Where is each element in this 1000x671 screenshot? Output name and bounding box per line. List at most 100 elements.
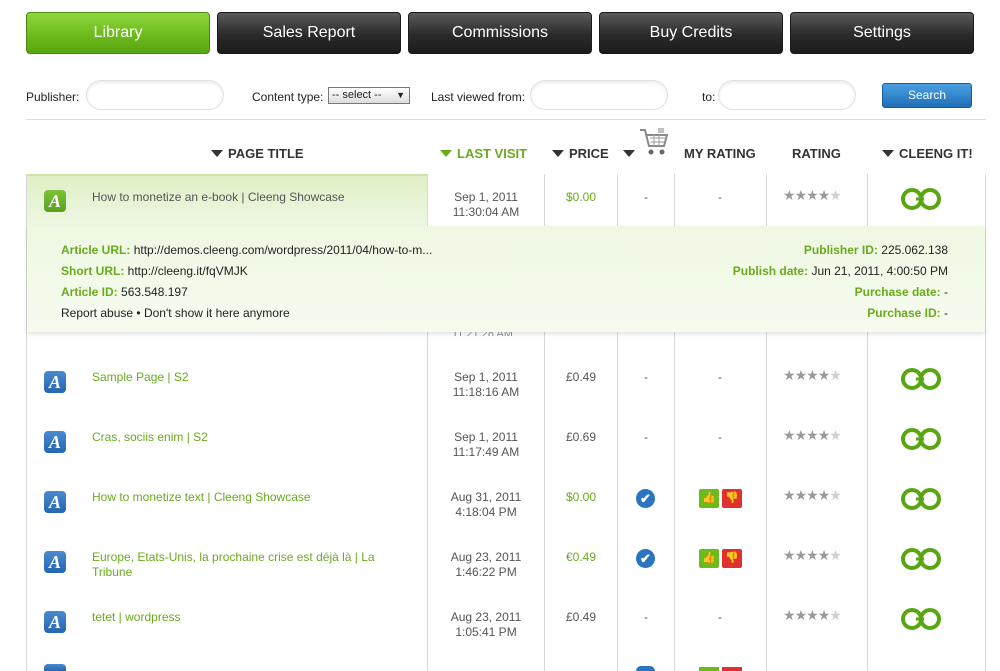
article-title[interactable]: Sample Page | S2 — [92, 370, 412, 385]
column-last-visit[interactable]: LAST VISIT — [440, 146, 527, 161]
purchased-check-icon — [636, 666, 655, 671]
actions-line: Report abuse • Don't show it here anymor… — [61, 306, 290, 320]
column-price-label: PRICE — [569, 146, 609, 161]
sort-down-icon — [440, 150, 452, 157]
purchase-date-value: - — [944, 285, 948, 299]
date-to-input[interactable] — [718, 80, 856, 110]
purchased-status: - — [644, 190, 648, 204]
time: 1:05:41 PM — [455, 625, 517, 639]
tab-settings[interactable]: Settings — [790, 12, 974, 54]
divider — [26, 119, 986, 120]
star-icon: ★ — [794, 607, 808, 623]
column-price[interactable]: PRICE — [552, 146, 609, 161]
article-title[interactable]: tetet | wordpress — [92, 610, 412, 625]
article-title[interactable]: Cras, sociis enim | S2 — [92, 430, 412, 445]
article-details-panel: Article URL: http://demos.cleeng.com/wor… — [27, 226, 985, 332]
thumbs-up-icon[interactable]: 👍 — [699, 489, 719, 508]
article-url-label: Article URL: — [61, 243, 131, 257]
price: $0.00 — [565, 190, 597, 204]
article-icon: A — [44, 551, 66, 573]
purchase-id-value: - — [944, 306, 948, 320]
rating-stars: ★★★★★ — [783, 607, 842, 624]
star-icon: ★ — [829, 187, 842, 203]
column-cleeng-it-label: CLEENG IT! — [899, 146, 973, 161]
star-icon: ★ — [794, 547, 808, 563]
grid-line — [985, 174, 986, 671]
cleeng-logo-icon[interactable] — [900, 428, 944, 450]
article-title[interactable]: Europe, Etats-Unis, la prochaine crise e… — [92, 550, 412, 580]
publisher-id-label: Publisher ID: — [803, 243, 878, 257]
cleeng-logo-icon[interactable] — [900, 608, 944, 630]
time: 1:46:22 PM — [455, 565, 517, 579]
thumbs-down-icon[interactable]: 👎 — [722, 549, 742, 568]
purchase-date-line: Purchase date: - — [855, 285, 948, 299]
article-title[interactable]: How to monetize an e-book | Cleeng Showc… — [92, 190, 412, 205]
time: 11:18:16 AM — [452, 385, 520, 399]
column-rating-label: RATING — [792, 146, 841, 161]
rating-stars: ★★★★★ — [783, 367, 842, 384]
my-rating-value: - — [718, 430, 722, 444]
article-icon: A — [44, 611, 66, 633]
tab-buy-credits[interactable]: Buy Credits — [599, 12, 783, 54]
article-title[interactable]: How to monetize text | Cleeng Showcase — [92, 490, 412, 505]
star-icon: ★ — [794, 367, 808, 383]
date: Aug 23, 2011 — [450, 550, 522, 564]
article-title-line: Europe, Etats-Unis, la prochaine crise e… — [92, 550, 375, 564]
star-icon: ★ — [817, 487, 831, 503]
cleeng-logo-icon[interactable] — [900, 368, 944, 390]
star-icon: ★ — [817, 547, 831, 563]
content-type-select[interactable]: -- select -- ▼ — [328, 87, 410, 104]
bullet: • — [136, 306, 141, 320]
article-icon — [44, 664, 66, 671]
tab-library[interactable]: Library — [26, 12, 210, 54]
publish-date-line: Publish date: Jun 21, 2011, 4:00:50 PM — [733, 264, 948, 278]
star-icon: ★ — [783, 367, 796, 383]
shopping-cart-icon — [640, 128, 669, 155]
star-icon: ★ — [783, 187, 796, 203]
purchase-id-label: Purchase ID: — [867, 306, 941, 320]
column-my-rating-label: MY RATING — [684, 146, 756, 161]
star-icon: ★ — [806, 547, 819, 563]
thumbs-up-icon[interactable]: 👍 — [699, 549, 719, 568]
thumbs-up-icon — [699, 667, 719, 671]
tab-commissions[interactable]: Commissions — [408, 12, 592, 54]
publisher-label: Publisher: — [26, 90, 80, 104]
column-cleeng-it[interactable]: CLEENG IT! — [882, 146, 973, 161]
thumbs-down-icon[interactable]: 👎 — [722, 489, 742, 508]
date-from-input[interactable] — [530, 80, 668, 110]
short-url-value[interactable]: http://cleeng.it/fqVMJK — [128, 264, 248, 278]
purchased-status: - — [644, 370, 648, 384]
article-id-line: Article ID: 563.548.197 — [61, 285, 188, 299]
content-type-value: -- select -- — [332, 89, 382, 101]
my-rating-value: - — [718, 190, 722, 204]
price: £0.49 — [565, 370, 597, 384]
tab-sales-report[interactable]: Sales Report — [217, 12, 401, 54]
last-visit-date: Aug 23, 2011 1:05:41 PM — [430, 610, 542, 640]
star-icon: ★ — [794, 487, 808, 503]
article-url-value[interactable]: http://demos.cleeng.com/wordpress/2011/0… — [134, 243, 433, 257]
column-last-visit-label: LAST VISIT — [457, 146, 528, 161]
publisher-input[interactable] — [86, 80, 224, 110]
rating-stars: ★★★★★ — [783, 487, 842, 504]
dont-show-link[interactable]: Don't show it here anymore — [144, 306, 290, 320]
price: £0.49 — [565, 610, 597, 624]
column-page-title[interactable]: PAGE TITLE — [211, 146, 304, 161]
cleeng-logo-icon[interactable] — [900, 548, 944, 570]
hidden-row-time: 11:21:28 AM — [452, 332, 513, 336]
cleeng-logo-icon[interactable] — [900, 188, 944, 210]
purchased-check-icon: ✔ — [636, 549, 655, 568]
report-abuse-link[interactable]: Report abuse — [61, 306, 133, 320]
star-icon: ★ — [806, 367, 819, 383]
rating-stars: ★★★★★ — [783, 187, 842, 204]
price: $0.00 — [565, 490, 597, 504]
time: 11:30:04 AM — [452, 205, 520, 219]
star-icon: ★ — [829, 427, 842, 443]
star-icon: ★ — [829, 487, 842, 503]
cleeng-logo-icon[interactable] — [900, 488, 944, 510]
star-icon: ★ — [794, 187, 808, 203]
star-icon: ★ — [783, 607, 796, 623]
article-id-label: Article ID: — [61, 285, 118, 299]
column-page-title-label: PAGE TITLE — [228, 146, 304, 161]
sort-down-icon — [552, 150, 564, 157]
search-button[interactable]: Search — [882, 83, 972, 108]
